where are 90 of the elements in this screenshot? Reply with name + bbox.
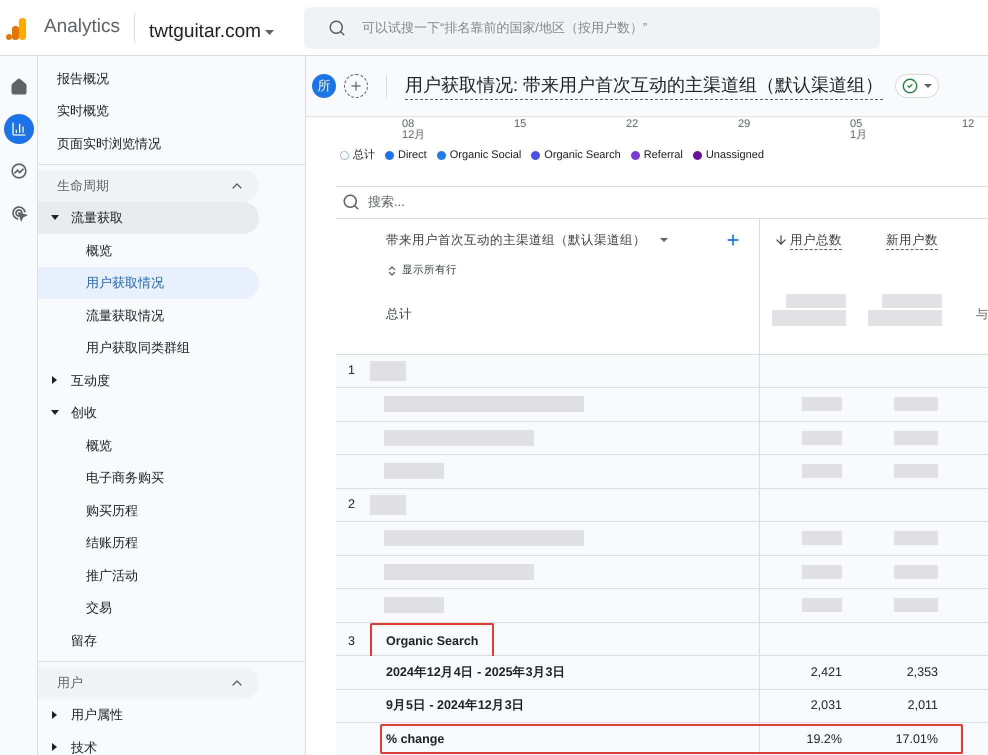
legend-label: Organic Social [450,148,522,163]
plus-icon [349,79,363,93]
legend-label: Direct [398,148,427,163]
add-comparison-button[interactable] [344,74,368,98]
add-dimension-icon[interactable] [725,232,741,248]
redacted-block [802,430,842,445]
row-number: 1 [347,362,356,380]
redacted-block [894,464,938,478]
check-circle-icon [902,78,918,94]
show-all-rows-button[interactable]: 显示所有行 [386,263,741,279]
expand-icon [386,265,398,278]
search-field[interactable]: 可以试搜一下“排名靠前的国家/地区（按用户数）” [304,6,880,48]
nav-item[interactable]: 概览 [38,429,259,462]
nav-section-header[interactable]: 用户 [38,666,259,698]
redacted-block [894,531,938,546]
property-selector[interactable]: twtguitar.com [149,18,274,47]
search-icon [328,18,346,36]
nav-item[interactable]: 报告概况 [38,62,305,94]
redacted-block [894,598,938,612]
redacted-block [384,463,444,480]
nav-section-header[interactable]: 生命周期 [38,170,259,202]
search-icon [342,193,360,211]
redacted-block [894,564,938,579]
total-label: 总计 [386,306,413,323]
nav-group-item[interactable]: 流量获取 [38,202,259,234]
nav-item[interactable]: 结账历程 [38,526,259,559]
product-name: Analytics [44,15,120,40]
redacted-block [384,597,444,614]
axis-label: 12 [962,119,976,132]
metric-value: 17.01% [896,730,938,748]
caret-down-icon [660,238,668,242]
axis-label: 15 [514,119,528,132]
table-search-input[interactable]: 搜索... [368,192,982,212]
metric-value: 19.2% [806,730,842,748]
redacted-block [370,360,406,381]
redacted-block [894,430,938,445]
redacted-block [802,397,842,412]
redacted-block [802,564,842,579]
metric-value: 2,421 [810,664,842,681]
nav-group-item[interactable]: 技术 [38,731,259,755]
dimension-selector[interactable]: 带来用户首次互动的主渠道组（默认渠道组） [386,230,668,250]
nav-item[interactable]: 用户获取同类群组 [38,332,259,364]
nav-item[interactable]: 交易 [38,592,259,624]
axis-label: 22 [626,119,640,132]
nav-item[interactable]: 用户获取情况 [38,266,259,299]
redacted-block [882,294,942,308]
nav-item[interactable]: 概览 [38,234,259,266]
legend-label: Referral [644,148,683,163]
axis-label: 29 [738,119,752,132]
nav-item[interactable]: 购买历程 [38,494,259,526]
table-search-field[interactable]: 搜索... [336,186,988,218]
nav-group-item[interactable]: 用户属性 [38,698,259,731]
axis-label: 08 12月 [402,119,426,141]
column-header[interactable]: 用户总数 [790,230,842,250]
row-label: % change [386,730,444,748]
metric-value: 2,353 [906,664,938,681]
redacted-block [370,494,406,515]
nav-group-item[interactable]: 留存 [38,624,259,656]
redacted-block [802,598,842,612]
column-header: 与 [976,306,988,322]
search-input[interactable]: 可以试搜一下“排名靠前的国家/地区（按用户数）” [362,18,856,38]
legend-label: 总计 [353,148,375,163]
redacted-block [802,464,842,478]
report-title: 用户获取情况: 带来用户首次互动的主渠道组（默认渠道组） [405,72,884,100]
caret-down-icon [264,30,274,35]
status-dropdown[interactable] [895,74,940,98]
analytics-logo-icon [6,16,28,40]
legend-label: Organic Search [544,148,621,163]
avatar: 所 [312,74,336,98]
column-header[interactable]: 新用户数 [886,230,938,250]
caret-down-icon [924,84,932,88]
nav-item[interactable]: 流量获取情况 [38,299,259,332]
nav-item[interactable]: 电子商务购买 [38,462,259,494]
nav-item[interactable]: 实时概览 [38,94,305,127]
row-number: 2 [347,496,356,514]
legend-label: Unassigned [706,148,764,163]
redacted-block [802,531,842,546]
nav-group-item[interactable]: 创收 [38,396,259,429]
nav-group-item[interactable]: 互动度 [38,364,259,396]
metric-value: 2,031 [810,697,842,714]
axis-label: 05 1月 [850,119,868,141]
nav-item[interactable]: 推广活动 [38,559,259,592]
metric-value: 2,011 [908,697,938,714]
bar-chart-icon[interactable] [4,114,34,144]
row-label: 9月5日 - 2024年12月3日 [386,697,525,714]
redacted-block [786,294,846,308]
nav-item[interactable]: 页面实时浏览情况 [38,127,305,160]
redacted-block [894,397,938,412]
row-label: 2024年12月4日 - 2025年3月3日 [386,664,566,681]
row-number: 3 [347,632,356,650]
